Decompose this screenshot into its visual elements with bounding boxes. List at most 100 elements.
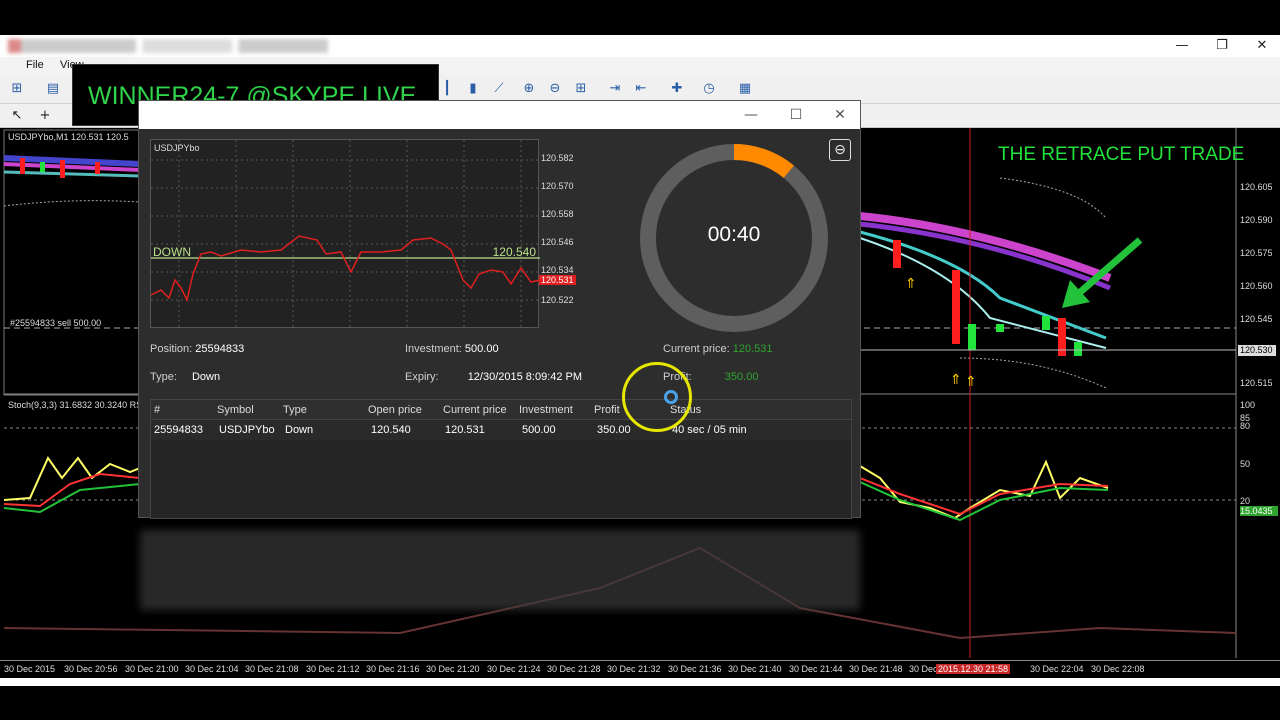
price-tick: 120.560 (1240, 281, 1273, 291)
close-button[interactable]: ✕ (1242, 35, 1280, 57)
retrace-annotation: THE RETRACE PUT TRADE (998, 144, 1245, 165)
time-tick: 30 Dec 21:16 (366, 664, 420, 674)
col-profit[interactable]: Profit (594, 404, 620, 416)
chart-symbol-title: USDJPYbo,M1 120.531 120.5 (8, 132, 129, 142)
cell-open-price: 120.540 (371, 424, 411, 436)
time-tick: 30 Dec 21:04 (185, 664, 239, 674)
templates-icon[interactable]: ▦ (736, 80, 754, 98)
cell-investment: 500.00 (522, 424, 556, 436)
svg-text:⇑: ⇑ (905, 276, 917, 292)
position-mini-chart: USDJPYbo DOWN 120.540 (150, 139, 540, 329)
maximize-button[interactable]: ❐ (1202, 35, 1242, 57)
cell-current-price: 120.531 (445, 424, 485, 436)
col-open-price[interactable]: Open price (368, 404, 422, 416)
stoch-tick: 20 (1240, 496, 1251, 506)
col-id[interactable]: # (154, 404, 160, 416)
price-tick: 120.545 (1240, 314, 1273, 324)
back-arrow-button[interactable]: ⊖ (829, 139, 851, 161)
time-tick: 30 Dec 21:24 (487, 664, 541, 674)
left-ribbon (3, 155, 141, 207)
cell-profit: 350.00 (597, 424, 631, 436)
col-investment[interactable]: Investment (519, 404, 573, 416)
time-axis: 30 Dec 2015 30 Dec 20:56 30 Dec 21:00 30… (0, 660, 1280, 678)
positions-table: # Symbol Type Open price Current price I… (150, 399, 852, 519)
dialog-minimize-button[interactable]: — (731, 103, 771, 127)
time-tick: 30 Dec 2015 (4, 664, 56, 674)
table-row[interactable]: 25594833 USDJPYbo Down 120.540 120.531 5… (151, 420, 851, 440)
mini-tick: 120.558 (541, 209, 574, 219)
time-tick: 30 Dec 21:48 (849, 664, 903, 674)
time-tick: 30 Dec 21:32 (607, 664, 661, 674)
price-tick: 120.605 (1240, 182, 1273, 192)
zoom-in-icon[interactable]: ⊕ (520, 80, 538, 98)
crosshair-icon[interactable]: + (36, 107, 54, 125)
time-tick: 30 Dec 21:40 (728, 664, 782, 674)
time-tick: 30 Dec 22:08 (1091, 664, 1145, 674)
candles-icon[interactable]: ▮ (464, 80, 482, 98)
menu-file[interactable]: File (26, 59, 44, 71)
price-tick: 120.515 (1240, 378, 1273, 388)
mini-tick: 120.570 (541, 181, 574, 191)
type-value: Down (191, 371, 221, 383)
window-titlebar (0, 35, 1280, 57)
chart-shift-icon[interactable]: ⇤ (632, 80, 650, 98)
bar-chart-icon[interactable]: ┃ (438, 80, 456, 98)
dialog-close-button[interactable]: ✕ (820, 103, 860, 127)
right-chart: ⇑ ⇑ ⇑ (859, 128, 1236, 658)
current-price-value: 120.531 (732, 343, 773, 355)
col-symbol[interactable]: Symbol (217, 404, 254, 416)
price-tick: 120.575 (1240, 248, 1273, 258)
top-letterbox (0, 0, 1280, 35)
countdown-timer: 00:40 (707, 223, 761, 246)
mini-tick: 120.546 (541, 237, 574, 247)
current-price-tag: 120.531 (539, 275, 576, 285)
time-cursor-label: 2015.12.30 21:58 (936, 664, 1011, 674)
direction-label: DOWN (153, 245, 191, 259)
time-tick: 30 Dec 21:08 (245, 664, 299, 674)
investment-field: Investment: 500.00 (405, 343, 499, 355)
svg-text:⇑: ⇑ (950, 372, 962, 388)
price-tick: 120.590 (1240, 215, 1273, 225)
time-tick: 30 Dec 21:00 (125, 664, 179, 674)
blurred-panel (140, 530, 860, 610)
dialog-maximize-button[interactable]: ☐ (776, 103, 816, 127)
open-price-label: 120.540 (492, 245, 536, 259)
time-tick: 30 Dec 21:20 (426, 664, 480, 674)
time-tick: 30 Dec 20:56 (64, 664, 118, 674)
tile-windows-icon[interactable]: ⊞ (572, 80, 590, 98)
investment-label: Investment: (405, 343, 462, 355)
expiry-label: Expiry: (405, 371, 439, 383)
new-chart-icon[interactable]: ⊞ (8, 80, 26, 98)
autoscroll-icon[interactable]: ⇥ (606, 80, 624, 98)
line-chart-icon[interactable]: ⟋ (490, 80, 508, 98)
cell-status: 40 sec / 05 min (672, 424, 747, 436)
stoch-label: Stoch(9,3,3) 31.6832 30.3240 RS (8, 400, 143, 410)
cell-id: 25594833 (154, 424, 203, 436)
col-type[interactable]: Type (283, 404, 307, 416)
order-line-label: #25594833 sell 500.00 (10, 318, 102, 328)
periods-icon[interactable]: ◷ (700, 80, 718, 98)
cursor-highlight (622, 362, 692, 432)
stoch-tick: 50 (1240, 459, 1251, 469)
zoom-out-icon[interactable]: ⊖ (546, 80, 564, 98)
type-field: Type: Down (150, 371, 220, 383)
mini-chart-symbol: USDJPYbo (154, 143, 200, 153)
indicators-icon[interactable]: ✚ (668, 80, 686, 98)
position-field: Position: 25594833 (150, 343, 244, 355)
current-price-field: Current price: 120.531 (663, 343, 772, 355)
profiles-icon[interactable]: ▤ (44, 80, 62, 98)
current-price-box: 120.530 (1238, 345, 1276, 356)
cursor-icon[interactable]: ↖ (8, 107, 26, 125)
table-header: # Symbol Type Open price Current price I… (151, 400, 851, 420)
svg-text:⇑: ⇑ (965, 374, 977, 390)
investment-value: 500.00 (464, 343, 499, 355)
blurred-title (8, 39, 328, 53)
busy-cursor-icon (664, 390, 678, 404)
time-tick: 30 Dec 21:12 (306, 664, 360, 674)
col-current-price[interactable]: Current price (443, 404, 507, 416)
time-tick: 30 Dec 21:36 (668, 664, 722, 674)
minimize-button[interactable]: — (1162, 35, 1202, 57)
stoch-tick: 80 (1240, 421, 1251, 431)
mini-tick: 120.522 (541, 295, 574, 305)
bottom-letterbox (0, 686, 1280, 720)
